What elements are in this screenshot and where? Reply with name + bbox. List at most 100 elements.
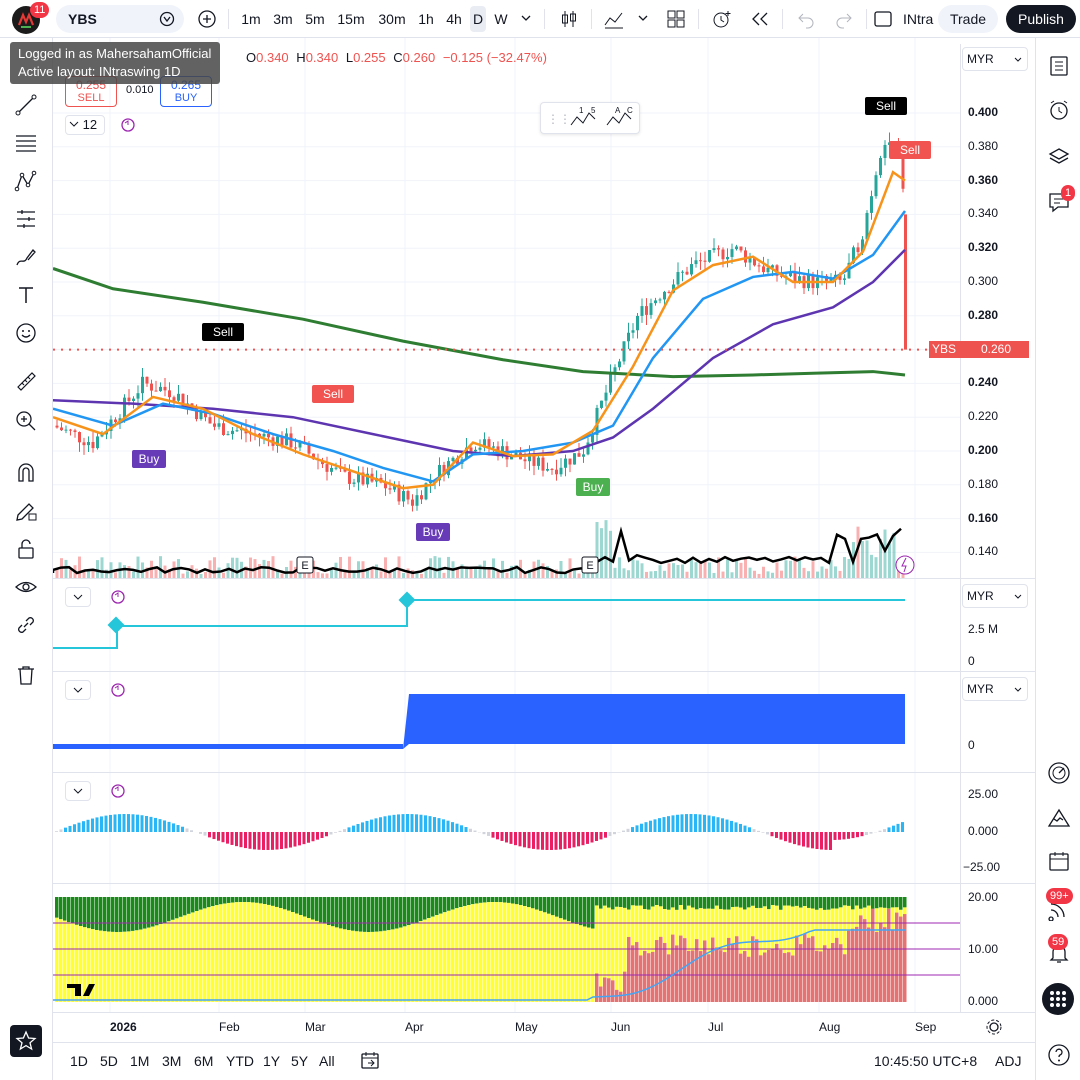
tool-delete[interactable]	[12, 661, 40, 689]
indicators-dropdown-button[interactable]	[634, 6, 652, 32]
volume-bar	[406, 568, 410, 578]
tool-stay-drawing[interactable]	[12, 497, 40, 525]
refresh-icon[interactable]	[120, 117, 136, 136]
interval-3m[interactable]: 3m	[271, 6, 295, 32]
volume-bar	[775, 562, 779, 578]
range-5y[interactable]: 5Y	[291, 1053, 308, 1069]
range-1y[interactable]: 1Y	[263, 1053, 280, 1069]
tool-brush[interactable]	[12, 243, 40, 271]
indicator-toggle[interactable]: 12	[65, 115, 105, 135]
range-1m[interactable]: 1M	[130, 1053, 149, 1069]
alert-button[interactable]	[708, 6, 736, 32]
refresh-icon[interactable]	[110, 682, 126, 701]
pane4-collapse-button[interactable]	[65, 781, 91, 801]
tool-forecast[interactable]	[12, 205, 40, 233]
tool-text[interactable]	[12, 281, 40, 309]
interval-15m[interactable]: 15m	[336, 6, 366, 32]
pane5-yellow-bar	[495, 902, 499, 1002]
goto-date-button[interactable]	[360, 1050, 380, 1073]
candle-body	[87, 442, 90, 446]
candle-body	[654, 300, 657, 304]
publish-button[interactable]: Publish	[1006, 5, 1076, 33]
buy-signal[interactable]: Buy	[132, 450, 166, 468]
layout-name[interactable]: INtra	[903, 6, 937, 32]
range-1d[interactable]: 1D	[70, 1053, 88, 1069]
interval-4h[interactable]: 4h	[443, 6, 465, 32]
pane5-yellow-bar	[275, 906, 279, 1002]
object-tree-button[interactable]	[1044, 142, 1074, 172]
replay-button[interactable]	[746, 6, 774, 32]
range-ytd[interactable]: YTD	[226, 1053, 254, 1069]
tool-hide[interactable]	[12, 573, 40, 601]
interval-w[interactable]: W	[492, 6, 510, 32]
sell-signal[interactable]: Sell	[202, 323, 244, 341]
pane2-collapse-button[interactable]	[65, 587, 91, 607]
interval-1h[interactable]: 1h	[416, 6, 436, 32]
pane2-currency-selector[interactable]: MYR	[962, 584, 1028, 608]
tool-lock[interactable]	[12, 535, 40, 563]
histogram-bar	[361, 822, 364, 832]
redo-button[interactable]	[830, 6, 858, 32]
watchlist-button[interactable]	[1044, 51, 1074, 81]
compare-add-button[interactable]	[195, 6, 219, 32]
tool-zoom[interactable]	[12, 407, 40, 435]
tech-analysis-button[interactable]	[1044, 758, 1074, 788]
interval-d[interactable]: D	[470, 6, 486, 32]
help-button[interactable]	[1044, 1040, 1074, 1070]
tool-patterns[interactable]	[12, 167, 40, 195]
indicators-button[interactable]	[600, 6, 628, 32]
histogram-bar	[482, 832, 486, 835]
currency-selector[interactable]: MYR	[962, 47, 1028, 71]
symbol-search[interactable]: YBS	[56, 5, 184, 33]
axis-settings-button[interactable]	[985, 1018, 1003, 1039]
layout-button[interactable]	[870, 6, 896, 32]
products-button[interactable]	[1042, 983, 1074, 1015]
clock[interactable]: 10:45:50 UTC+8	[874, 1053, 977, 1069]
tool-trendline[interactable]	[12, 91, 40, 119]
adj-toggle[interactable]: ADJ	[995, 1053, 1021, 1069]
interval-dropdown-button[interactable]	[516, 6, 536, 32]
alerts-button[interactable]	[1044, 95, 1074, 125]
templates-button[interactable]	[662, 6, 690, 32]
sell-signal[interactable]: Sell	[312, 385, 354, 403]
tool-measure[interactable]	[12, 367, 40, 395]
range-all[interactable]: All	[319, 1053, 335, 1069]
interval-5m[interactable]: 5m	[303, 6, 327, 32]
candle-body	[663, 291, 666, 300]
pane5-green-bar	[331, 897, 335, 927]
favorites-button[interactable]	[10, 1025, 42, 1057]
buy-signal[interactable]: Buy	[576, 478, 610, 496]
pane5-green-bar	[427, 897, 431, 919]
range-5d[interactable]: 5D	[100, 1053, 118, 1069]
sell-signal[interactable]: Sell	[889, 141, 931, 159]
ideas-button[interactable]	[1044, 803, 1074, 833]
alarm-clock-icon	[1050, 100, 1068, 120]
calendar-button[interactable]	[1044, 846, 1074, 876]
pane3-currency-selector[interactable]: MYR	[962, 677, 1028, 701]
refresh-icon[interactable]	[110, 589, 126, 608]
trade-button[interactable]: Trade	[938, 5, 998, 33]
pattern-widget[interactable]: ⋮⋮ 15 AC	[540, 102, 640, 134]
volume-bar	[694, 562, 698, 578]
refresh-icon[interactable]	[110, 783, 126, 802]
chart-area[interactable]: Sell Sell Sell Sell Buy Buy Buy E E	[53, 38, 1035, 1042]
symbol-type-icon[interactable]	[158, 11, 176, 27]
range-6m[interactable]: 6M	[194, 1053, 213, 1069]
chart-type-button[interactable]	[555, 6, 583, 32]
tool-magnet[interactable]	[12, 459, 40, 487]
range-3m[interactable]: 3M	[162, 1053, 181, 1069]
buy-signal[interactable]: Buy	[416, 523, 450, 541]
tool-link[interactable]	[12, 611, 40, 639]
pane5-green-bar	[847, 897, 851, 906]
undo-button[interactable]	[792, 6, 820, 32]
interval-30m[interactable]: 30m	[376, 6, 408, 32]
volume-bar	[870, 554, 873, 578]
interval-1m[interactable]: 1m	[240, 6, 262, 32]
sell-signal[interactable]: Sell	[865, 97, 907, 115]
volume-bar	[649, 571, 653, 578]
pane5-green-bar	[547, 897, 551, 914]
tool-fib[interactable]	[12, 129, 40, 157]
pane3-collapse-button[interactable]	[65, 680, 91, 700]
candle-body	[645, 306, 648, 315]
tool-emoji[interactable]	[12, 319, 40, 347]
